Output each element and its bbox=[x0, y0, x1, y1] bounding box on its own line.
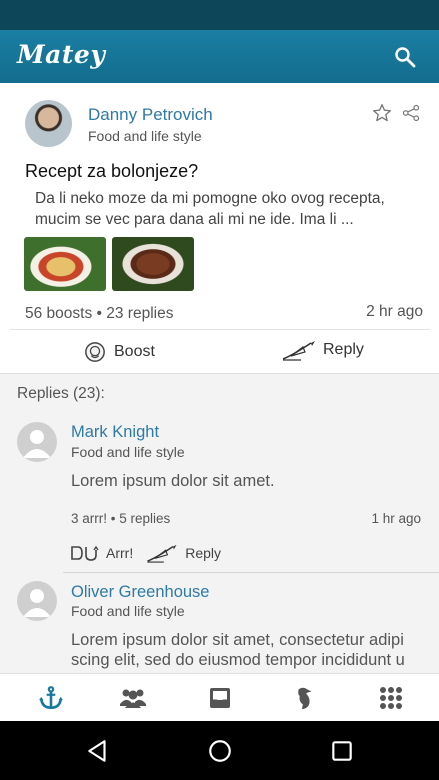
divider bbox=[63, 572, 439, 573]
arr-button[interactable]: Arrr! bbox=[70, 544, 133, 562]
post-image-pasta[interactable] bbox=[24, 237, 106, 291]
inbox-icon bbox=[209, 687, 230, 708]
post-action-bar: Boost Reply bbox=[0, 330, 439, 372]
group-icon bbox=[119, 689, 146, 708]
post-category[interactable]: Food and life style bbox=[88, 128, 202, 144]
tab-inbox[interactable] bbox=[176, 674, 263, 721]
reply-timestamp: 1 hr ago bbox=[371, 511, 421, 526]
system-nav-bar bbox=[0, 721, 439, 780]
post-excerpt-line: mucim se vec para dana ali mi ne ide. Im… bbox=[35, 211, 354, 228]
reply-category[interactable]: Food and life style bbox=[71, 603, 185, 619]
avatar[interactable] bbox=[17, 422, 57, 462]
anchor-icon bbox=[38, 685, 63, 709]
recents-icon[interactable] bbox=[329, 738, 355, 764]
reply-text-line: scing elit, sed do eiusmod tempor incidi… bbox=[71, 651, 405, 669]
reply-author[interactable]: Oliver Greenhouse bbox=[71, 583, 210, 602]
parrot-icon bbox=[297, 687, 312, 709]
hook-icon bbox=[71, 545, 99, 561]
reply-text[interactable]: Lorem ipsum dolor sit amet. bbox=[71, 471, 429, 491]
boost-button[interactable]: Boost bbox=[84, 340, 155, 364]
post-stats: 56 boosts • 23 replies bbox=[25, 305, 174, 322]
reply-button[interactable]: Reply bbox=[281, 338, 364, 362]
post-author[interactable]: Danny Petrovich bbox=[88, 105, 213, 125]
boost-icon bbox=[85, 342, 105, 362]
reply-action-bar: Arrr! Reply bbox=[70, 543, 233, 563]
divider bbox=[0, 373, 439, 374]
post-card: Danny Petrovich Food and life style Rece… bbox=[0, 83, 439, 373]
replies-section: Replies (23): Mark Knight Food and life … bbox=[0, 373, 439, 673]
tab-apps[interactable] bbox=[347, 674, 434, 721]
replies-header: Replies (23): bbox=[17, 385, 105, 402]
tab-parrot[interactable] bbox=[260, 674, 347, 721]
post-timestamp: 2 hr ago bbox=[366, 303, 423, 320]
default-avatar-icon bbox=[23, 589, 51, 617]
reply-text[interactable]: Lorem ipsum dolor sit amet, consectetur … bbox=[71, 630, 429, 670]
reply-author[interactable]: Mark Knight bbox=[71, 423, 159, 442]
apps-grid-icon bbox=[379, 686, 402, 709]
reply-label: Reply bbox=[185, 545, 222, 561]
avatar[interactable] bbox=[17, 581, 57, 621]
reply-button[interactable]: Reply bbox=[145, 543, 221, 563]
share-icon[interactable] bbox=[402, 104, 420, 122]
star-icon[interactable] bbox=[372, 103, 392, 123]
app-title: Matey bbox=[17, 40, 106, 69]
app-bar: Matey bbox=[0, 30, 439, 83]
tab-groups[interactable] bbox=[89, 674, 176, 721]
post-title[interactable]: Recept za bolonjeze? bbox=[25, 161, 198, 182]
quill-reply-icon bbox=[147, 544, 177, 563]
bottom-tab-bar bbox=[0, 673, 439, 721]
quill-reply-icon bbox=[282, 341, 315, 361]
reply-stats: 3 arrr! • 5 replies bbox=[71, 511, 171, 526]
reply-label: Reply bbox=[323, 341, 364, 358]
back-icon[interactable] bbox=[85, 738, 111, 764]
tab-home[interactable] bbox=[7, 674, 94, 721]
post-image-steak[interactable] bbox=[112, 237, 194, 291]
search-icon[interactable] bbox=[393, 45, 417, 69]
avatar[interactable] bbox=[25, 100, 72, 147]
status-bar bbox=[0, 0, 439, 30]
home-icon[interactable] bbox=[207, 738, 233, 764]
arr-label: Arrr! bbox=[106, 545, 134, 561]
post-excerpt[interactable]: Da li neko moze da mi pomogne oko ovog r… bbox=[35, 188, 425, 230]
reply-category[interactable]: Food and life style bbox=[71, 444, 185, 460]
post-excerpt-line: Da li neko moze da mi pomogne oko ovog r… bbox=[35, 190, 385, 207]
default-avatar-icon bbox=[23, 430, 51, 458]
boost-label: Boost bbox=[114, 343, 155, 360]
reply-text-line: Lorem ipsum dolor sit amet, consectetur … bbox=[71, 631, 404, 649]
